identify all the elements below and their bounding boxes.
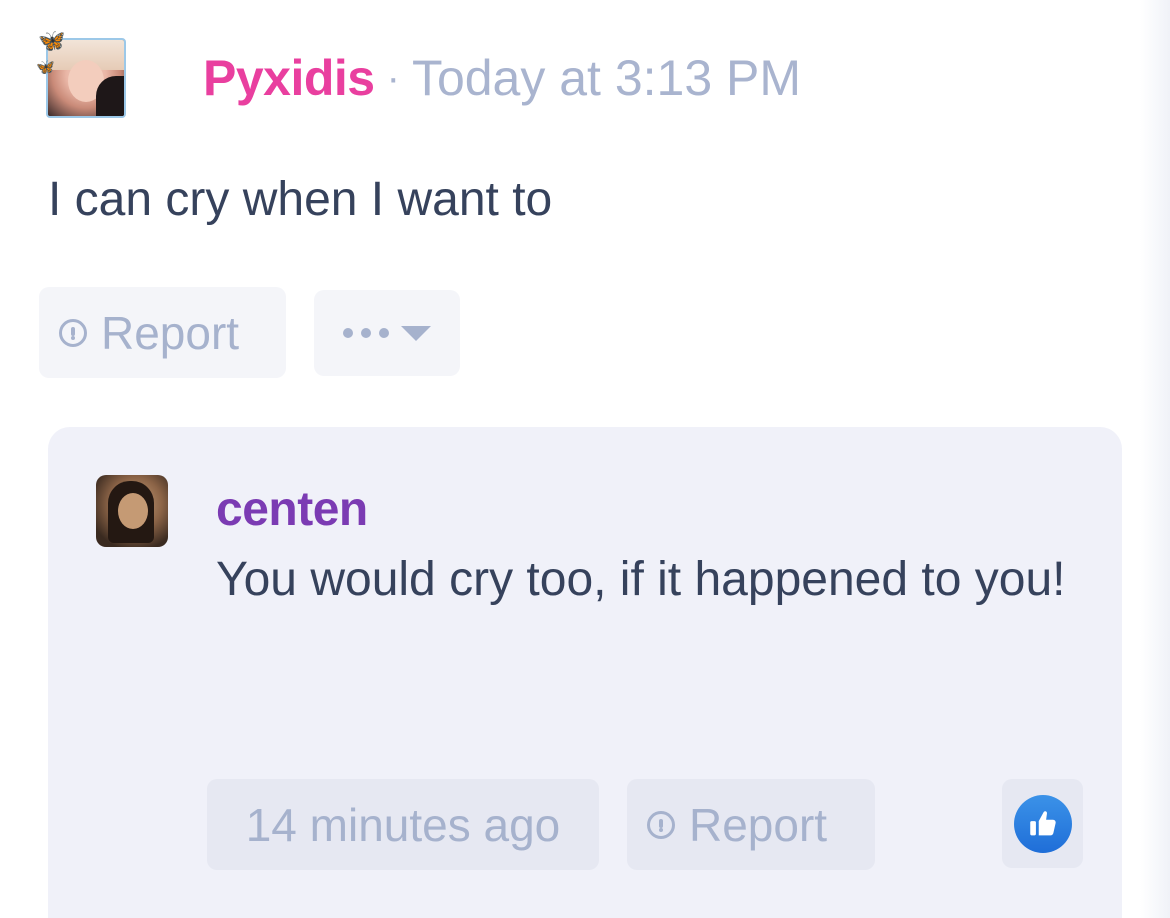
reply-message: You would cry too, if it happened to you… [216,553,1066,606]
reply-author-name[interactable]: centen [216,482,368,537]
reply-report-label: Report [689,798,828,851]
report-button[interactable]: Report [39,287,286,378]
butterfly-icon: 🦋 [38,28,66,53]
like-button[interactable] [1002,779,1083,868]
report-button-label: Report [101,306,240,359]
alert-circle-icon [59,318,87,347]
reply-timestamp-button[interactable]: 14 minutes ago [207,779,599,870]
header-separator: · [386,55,400,100]
chevron-down-icon [401,325,431,341]
post-timestamp[interactable]: Today at 3:13 PM [412,49,801,107]
butterfly-icon: 🦋 [36,59,55,76]
thumbs-up-icon [1013,794,1072,853]
post-header: Pyxidis · Today at 3:13 PM [203,48,801,108]
ellipsis-icon [343,328,389,338]
scroll-edge-shadow [1140,0,1170,918]
chat-page: 🦋 🦋 Pyxidis · Today at 3:13 PM I can cry… [0,0,1170,918]
more-options-button[interactable] [314,290,460,376]
alert-circle-icon [647,810,675,839]
reply-report-button[interactable]: Report [627,779,875,870]
reply-timestamp: 14 minutes ago [245,798,561,851]
reply-author-avatar[interactable] [96,475,168,547]
post-author-name[interactable]: Pyxidis [203,49,375,107]
post-message: I can cry when I want to [48,173,553,226]
